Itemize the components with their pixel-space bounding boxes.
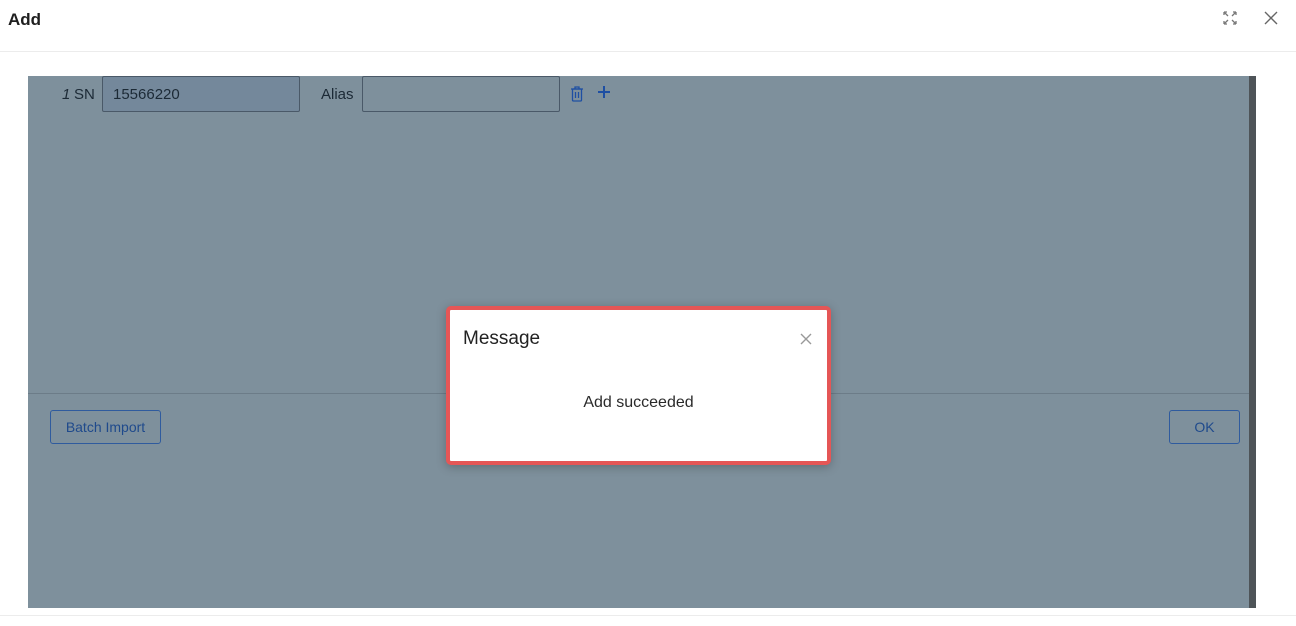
dialog-header: Add xyxy=(0,0,1296,52)
alias-input[interactable] xyxy=(362,76,560,112)
footer-divider xyxy=(0,615,1296,616)
batch-import-button[interactable]: Batch Import xyxy=(50,410,161,444)
close-icon[interactable] xyxy=(799,332,813,346)
message-title: Message xyxy=(463,328,541,349)
alias-label: Alias xyxy=(321,86,354,103)
ok-button[interactable]: OK xyxy=(1169,410,1240,444)
message-dialog: Message Add succeeded xyxy=(446,306,831,465)
scrollbar[interactable] xyxy=(1249,76,1256,608)
dialog-title: Add xyxy=(8,10,42,29)
sn-input[interactable] xyxy=(102,76,300,112)
sn-row: 1 SN Alias xyxy=(28,76,728,112)
row-index: 1 xyxy=(62,86,71,103)
close-icon[interactable] xyxy=(1261,8,1281,28)
sn-label: SN xyxy=(74,86,95,103)
delete-row-icon[interactable] xyxy=(570,85,584,103)
message-text: Add succeeded xyxy=(583,394,694,411)
add-row-icon[interactable] xyxy=(596,83,612,101)
maximize-icon[interactable] xyxy=(1220,8,1240,28)
